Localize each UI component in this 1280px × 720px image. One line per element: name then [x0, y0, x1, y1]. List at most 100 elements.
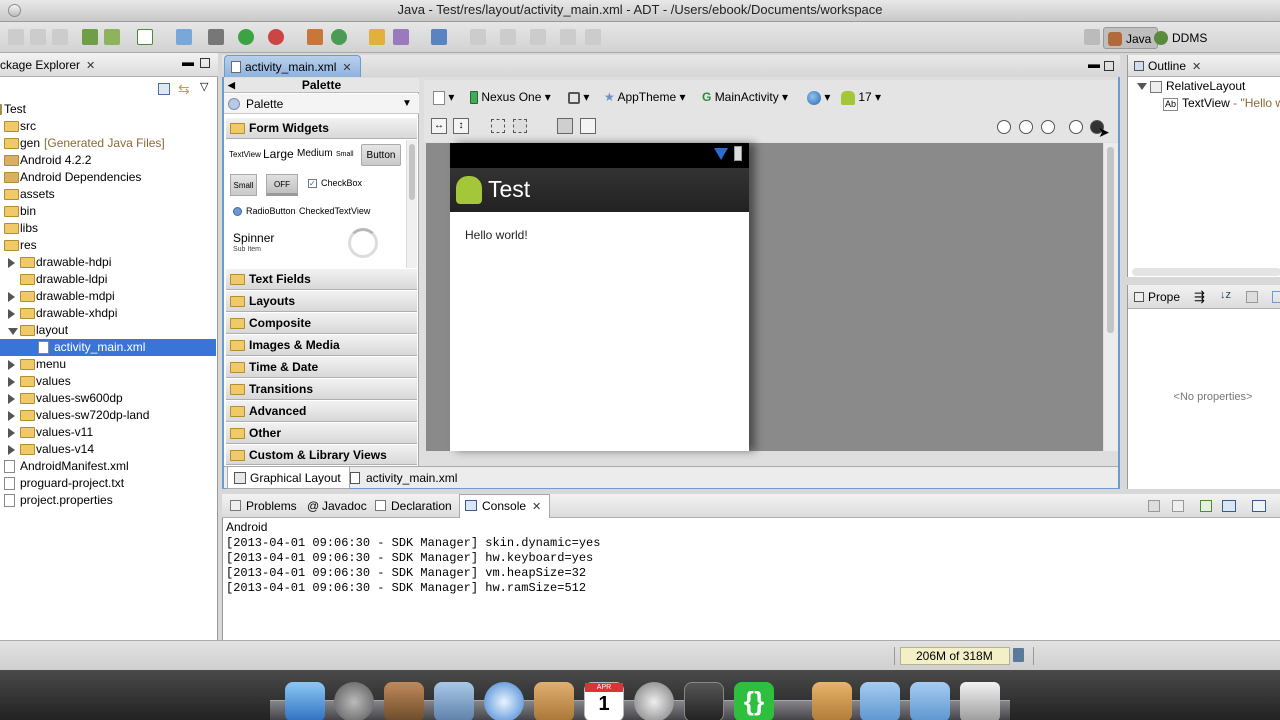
terminal-icon[interactable] [684, 682, 724, 720]
close-icon[interactable]: ✕ [1192, 56, 1201, 78]
palette-category-advanced[interactable]: Advanced [226, 401, 417, 422]
widget-medium-text[interactable]: Medium [297, 148, 333, 159]
graphical-layout-tab[interactable]: Graphical Layout [227, 467, 350, 489]
canvas-scrollbar[interactable] [1104, 143, 1118, 451]
system-preferences-icon[interactable] [634, 682, 674, 720]
tree-item[interactable]: project.properties [0, 492, 216, 509]
collapse-all-icon[interactable] [158, 83, 170, 95]
canvas-scroll-thumb[interactable] [1107, 147, 1114, 333]
tree-item[interactable]: drawable-hdpi [0, 254, 216, 271]
launchpad-icon[interactable] [334, 682, 374, 720]
tree-item[interactable]: drawable-ldpi [0, 271, 216, 288]
widget-spinner[interactable]: Spinner [233, 231, 274, 245]
mail-icon[interactable] [434, 682, 474, 720]
tree-item[interactable]: src [0, 118, 216, 135]
tree-item[interactable]: values-v14 [0, 441, 216, 458]
palette-category-layouts[interactable]: Layouts [226, 291, 417, 312]
widget-toggle-button[interactable]: OFF [266, 174, 298, 196]
toggle-fill-height-icon[interactable]: ↕ [453, 118, 469, 134]
zoom-actual-size-icon[interactable] [1041, 120, 1055, 134]
widget-button[interactable]: Button [361, 144, 401, 166]
minimize-icon[interactable]: ▬ [182, 55, 194, 69]
collapsed-arrow-icon[interactable] [8, 394, 15, 404]
collapsed-arrow-icon[interactable] [8, 360, 15, 370]
new-icon[interactable] [8, 29, 24, 45]
debug-icon[interactable] [208, 29, 224, 45]
console-tab[interactable]: Console ✕ [459, 494, 551, 518]
package-explorer-tab[interactable]: ckage Explorer ✕ [0, 54, 103, 76]
palette-category-composite[interactable]: Composite [226, 313, 417, 334]
link-with-editor-icon[interactable]: ⇆ [178, 81, 190, 98]
collapse-palette-icon[interactable]: ◀ [228, 78, 235, 93]
new-java-class-icon[interactable] [331, 29, 347, 45]
palette-menu-icon[interactable]: ▼ [402, 94, 412, 114]
close-icon[interactable]: ✕ [532, 496, 541, 518]
open-type-icon[interactable] [369, 29, 385, 45]
config-file-dropdown[interactable]: ▾ [433, 86, 454, 108]
orientation-dropdown[interactable]: ▾ [568, 86, 589, 108]
close-icon[interactable]: ✕ [342, 57, 351, 79]
zoom-emulate-real-size-icon[interactable] [997, 120, 1011, 134]
properties-tab[interactable]: Prope [1130, 286, 1188, 308]
device-screen[interactable]: Test Hello world! [450, 143, 749, 451]
margins-dropdown-icon[interactable] [513, 119, 527, 133]
outline-tab[interactable]: Outline ✕ [1130, 55, 1209, 77]
tree-item[interactable]: AndroidManifest.xml [0, 458, 216, 475]
activity-dropdown[interactable]: G MainActivity ▾ [702, 86, 788, 108]
calendar-icon[interactable]: APR 1 [584, 682, 624, 720]
toggle-fill-width-icon[interactable]: ↔ [431, 118, 447, 134]
minimize-icon[interactable]: ▬ [1088, 57, 1100, 71]
tree-item[interactable]: menu [0, 356, 216, 373]
outline-child-node[interactable]: TextView - "Hello w [1182, 96, 1280, 110]
tree-item[interactable]: res [0, 237, 216, 254]
tree-item[interactable]: Android Dependencies [0, 169, 216, 186]
lint-check-icon[interactable] [137, 29, 153, 45]
declaration-tab[interactable]: Declaration [369, 495, 460, 517]
widget-large-text[interactable]: Large [263, 147, 294, 161]
safari-icon[interactable] [484, 682, 524, 720]
palette-header[interactable]: ◀ Palette [224, 78, 419, 93]
display-console-icon[interactable] [1222, 500, 1236, 512]
widget-checkedtextview[interactable]: CheckedTextView [299, 206, 370, 216]
new-java-package-icon[interactable] [307, 29, 323, 45]
save-icon[interactable] [30, 29, 46, 45]
outline-root-node[interactable]: RelativeLayout [1166, 79, 1245, 93]
tree-item[interactable]: values [0, 373, 216, 390]
expanded-arrow-icon[interactable] [8, 328, 18, 335]
api-level-dropdown[interactable]: 17 ▾ [841, 86, 881, 108]
documents-stack-icon[interactable] [812, 682, 852, 720]
device-dropdown[interactable]: Nexus One ▾ [470, 86, 551, 108]
view-menu-icon[interactable] [1272, 291, 1280, 303]
palette-category-form-widgets[interactable]: Form Widgets [226, 118, 417, 139]
tree-item[interactable]: Android 4.2.2 [0, 152, 216, 169]
tree-item[interactable]: bin [0, 203, 216, 220]
folder-stack-icon[interactable] [860, 682, 900, 720]
contacts-icon[interactable] [534, 682, 574, 720]
external-tools-icon[interactable] [268, 29, 284, 45]
previous-annotation-icon[interactable] [500, 29, 516, 45]
xml-source-tab[interactable]: activity_main.xml [344, 467, 465, 489]
progress-spinner-icon[interactable] [348, 228, 378, 258]
expand-icon[interactable] [1137, 83, 1147, 90]
script-editor-icon[interactable]: {} [734, 682, 774, 720]
zoom-fit-icon[interactable] [1019, 120, 1033, 134]
new-project-icon[interactable] [176, 29, 192, 45]
palette-category-transitions[interactable]: Transitions [226, 379, 417, 400]
preview-icon[interactable] [384, 682, 424, 720]
collapsed-arrow-icon[interactable] [8, 377, 15, 387]
widget-checkbox[interactable]: CheckBox [321, 178, 362, 188]
theme-dropdown[interactable]: ★ AppTheme ▾ [604, 86, 686, 108]
perspective-ddms[interactable]: DDMS [1150, 27, 1213, 49]
garbage-collect-icon[interactable] [1013, 648, 1024, 662]
palette-scroll-thumb[interactable] [409, 144, 415, 200]
widget-textview[interactable]: TextView [229, 150, 261, 159]
window-zoom-button[interactable] [8, 4, 21, 17]
outline-hscrollbar[interactable] [1132, 268, 1280, 276]
forward-dropdown-icon[interactable] [585, 29, 601, 45]
tree-item[interactable]: activity_main.xml [0, 339, 216, 356]
problems-tab[interactable]: Problems [224, 495, 305, 517]
close-icon[interactable]: ✕ [86, 55, 95, 77]
sdk-manager-icon[interactable] [82, 29, 98, 45]
palette-category-time-date[interactable]: Time & Date [226, 357, 417, 378]
open-console-icon[interactable] [1252, 500, 1266, 512]
